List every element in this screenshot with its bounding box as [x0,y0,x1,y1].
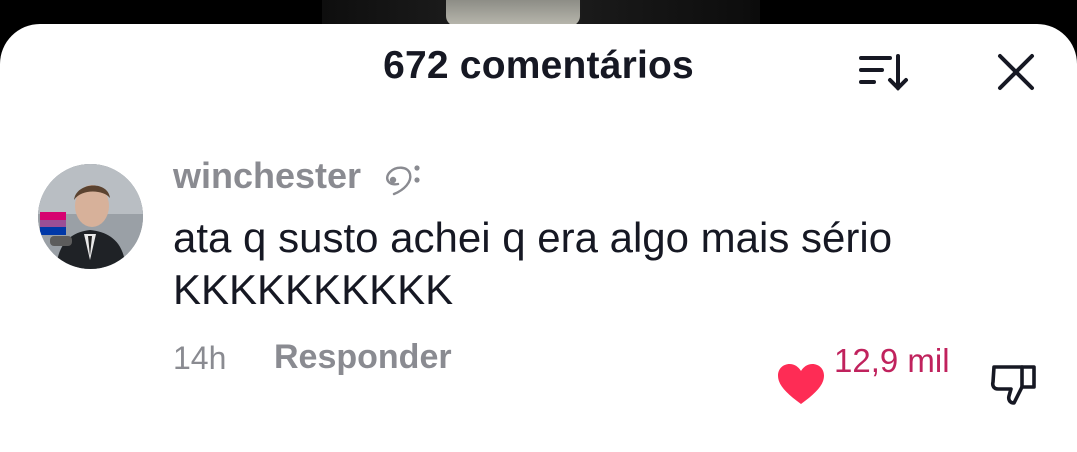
comments-count-title: 672 comentários [383,44,694,87]
video-object [446,0,580,26]
sort-descending-icon [859,54,908,91]
comment-username[interactable]: winchester [173,155,361,197]
avatar-image [38,164,143,269]
bass-clef-icon [386,165,420,196]
avatar[interactable] [38,164,143,269]
thumbs-down-icon[interactable] [988,359,1042,409]
close-icon [998,54,1034,90]
reply-button[interactable]: Responder [274,338,452,377]
like-count: 12,9 mil [834,342,950,379]
comment-timestamp: 14h [173,340,227,376]
comment-text: ata q susto achei q era algo mais sério … [173,214,893,313]
close-button[interactable] [994,50,1038,94]
sort-button[interactable] [856,50,912,94]
heart-icon [778,364,824,404]
